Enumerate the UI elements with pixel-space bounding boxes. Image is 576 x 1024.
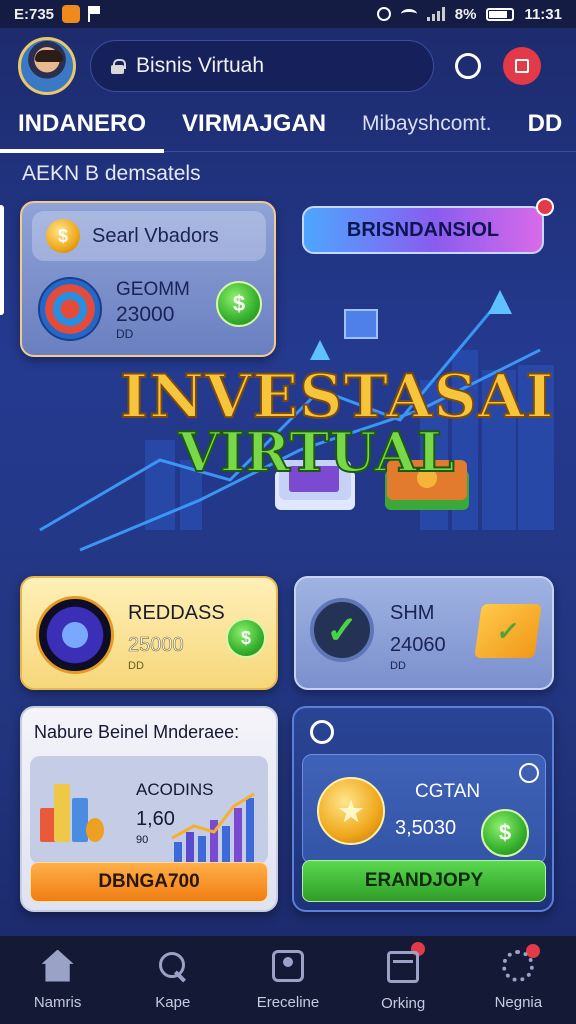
card-sub: 90 <box>136 834 149 846</box>
search-vendors-pill[interactable]: $ Searl Vbadors <box>32 211 266 261</box>
investment-card-geomm[interactable]: $ Searl Vbadors GEOMM 23000 DD $ <box>20 201 276 357</box>
promo-button[interactable]: BRISNDANSIOL <box>302 206 544 254</box>
card-inner-panel: ★ CGTAN 3,5030 $ <box>302 754 546 864</box>
user-icon <box>271 949 304 982</box>
star-coin-icon: ★ <box>317 777 385 845</box>
investment-card-reddass[interactable]: REDDASS 25000 DD $ <box>20 576 278 690</box>
card-sub: DD <box>390 660 406 672</box>
card-icon <box>387 951 420 983</box>
investment-card-cgtan: ★ CGTAN 3,5030 $ ERANDJOPY <box>292 706 554 912</box>
red-menu-button[interactable] <box>502 46 542 86</box>
nav-label: Ereceline <box>256 993 320 1011</box>
avatar[interactable] <box>18 37 76 95</box>
nav-item-negnia[interactable]: Negnia <box>468 943 568 1011</box>
hero-title-line2: VIRTUAL <box>177 419 456 485</box>
card-e-cta-button[interactable]: ERANDJOPY <box>302 860 546 902</box>
nav-item-kape[interactable]: Kape <box>123 950 223 1011</box>
search-bar[interactable]: Bisnis Virtuah <box>90 40 434 92</box>
card-heading: Nabure Beinel Mnderaee: <box>34 722 240 742</box>
nav-label: Negnia <box>494 993 543 1011</box>
clock-icon <box>310 720 334 744</box>
mini-bar-chart-icon <box>171 792 255 862</box>
tab-dd[interactable]: DD <box>510 100 576 152</box>
blocks-icon <box>40 776 104 842</box>
gear-icon <box>502 949 535 982</box>
info-icon[interactable] <box>519 763 539 783</box>
gem-icon <box>36 596 114 674</box>
dollar-icon[interactable]: $ <box>481 809 529 857</box>
search-text: Bisnis Virtuah <box>136 54 265 77</box>
dollar-icon[interactable]: $ <box>216 281 262 327</box>
dollar-icon[interactable]: $ <box>226 618 266 658</box>
cta-label: ERANDJOPY <box>364 870 484 891</box>
card-value: 23000 <box>116 303 175 326</box>
status-time-right: 11:31 <box>524 5 562 23</box>
card-d-cta-button[interactable]: DBNGA700 <box>30 862 268 902</box>
check-icon: ✓ <box>310 598 374 662</box>
lock-icon <box>111 58 126 74</box>
home-icon <box>41 949 74 982</box>
battery-percent: 8% <box>454 5 477 23</box>
card-sub: DD <box>128 660 144 672</box>
nav-item-ereceline[interactable]: Ereceline <box>238 949 338 1011</box>
card-value: 24060 <box>390 634 446 656</box>
nav-item-namris[interactable]: Namris <box>8 949 108 1011</box>
tab-bar: INDANERO VIRMAJGAN Mibayshcomt. DD <box>0 100 576 153</box>
tab-virmajgan[interactable]: VIRMAJGAN <box>164 100 344 152</box>
wifi-icon <box>400 9 417 19</box>
target-icon <box>38 277 102 341</box>
status-time-left: E:735 <box>14 5 55 23</box>
card-value: 3,5030 <box>395 817 457 839</box>
card-name: GEOMM <box>116 279 190 300</box>
card-name: REDDASS <box>128 602 225 624</box>
nav-item-orking[interactable]: Orking <box>353 942 453 1012</box>
section-title: AEKN B demsatels <box>22 162 201 185</box>
ring-icon <box>455 53 481 79</box>
app-notification-icon <box>62 5 81 23</box>
status-bar: E:735 8% 11:31 <box>0 0 576 28</box>
nav-label: Namris <box>33 993 82 1011</box>
card-name: CGTAN <box>415 781 481 802</box>
battery-icon <box>486 7 515 21</box>
ring-button[interactable] <box>448 46 488 86</box>
bottom-navigation: Namris Kape Ereceline Orking Negnia <box>0 936 576 1024</box>
cta-label: DBNGA700 <box>98 871 200 892</box>
investment-card-acodins: Nabure Beinel Mnderaee: ACODINS 1,60 90 … <box>20 706 278 912</box>
card-inner-panel: ACODINS 1,60 90 <box>30 756 268 864</box>
nav-label: Orking <box>381 995 426 1012</box>
tab-mibayshcomt[interactable]: Mibayshcomt. <box>344 100 510 152</box>
alarm-icon <box>376 7 391 21</box>
notification-badge <box>536 198 554 216</box>
search-icon <box>157 950 189 982</box>
card-name: SHM <box>390 602 435 624</box>
coin-icon: $ <box>46 219 80 253</box>
app-header: Bisnis Virtuah <box>0 34 576 98</box>
folder-check-icon: ✓ <box>474 604 542 658</box>
card-value: 25000 <box>128 634 184 657</box>
tab-indanero[interactable]: INDANERO <box>0 100 165 153</box>
investment-card-shm[interactable]: ✓ SHM 24060 DD ✓ <box>294 576 554 690</box>
pill-label: Searl Vbadors <box>92 224 219 247</box>
signal-icon <box>426 7 445 21</box>
nav-label: Kape <box>155 993 191 1011</box>
flag-icon <box>88 6 102 22</box>
promo-button-label: BRISNDANSIOL <box>346 218 500 241</box>
card-sub: DD <box>116 327 134 341</box>
red-square-icon <box>503 47 541 85</box>
